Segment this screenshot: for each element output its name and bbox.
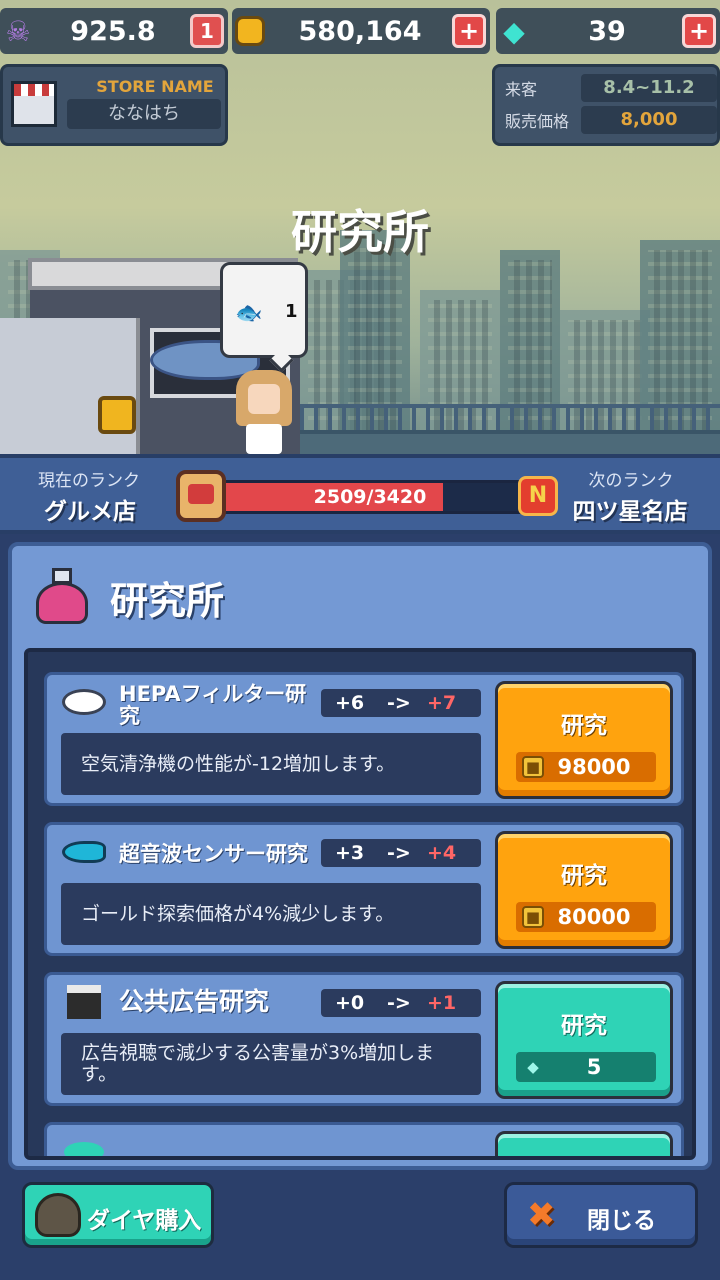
research-description: 空気清浄機の性能が-12増加します。 bbox=[61, 733, 481, 795]
research-panel: 研究所 HEPAフィルター研究 +6 -> +7 空気清浄機の性能が-12増加し… bbox=[8, 542, 712, 1170]
research-description: ゴールド探索価格が4%減少します。 bbox=[61, 883, 481, 945]
flask-icon bbox=[34, 568, 90, 626]
store-name-label: STORE NAME bbox=[96, 77, 214, 96]
store-name-value: ななはち bbox=[67, 99, 221, 129]
research-cost: ◆ 5 bbox=[516, 1052, 656, 1082]
diamond-icon: ◆ bbox=[503, 14, 525, 48]
close-label: 閉じる bbox=[587, 1208, 656, 1234]
research-name: HEPAフィルター研究 bbox=[119, 682, 307, 728]
current-rank-value: グルメ店 bbox=[44, 499, 136, 525]
research-item-partial bbox=[44, 1122, 684, 1156]
close-icon: ✖ bbox=[527, 1195, 556, 1235]
sonar-fish-icon bbox=[59, 835, 109, 869]
rank-bar: 現在のランク グルメ店 2509/3420 N 次のランク 四ツ星名店 bbox=[0, 454, 720, 534]
pollution-value: 925.8 bbox=[70, 15, 156, 47]
fish-stock-bubble[interactable]: 🐟 1 bbox=[220, 262, 308, 358]
research-name: 超音波センサー研究 bbox=[119, 842, 308, 866]
diamond-icon: ◆ bbox=[527, 1058, 539, 1076]
resource-bar: ☠ 925.8 1 580,164 + ◆ 39 + bbox=[0, 0, 720, 64]
diamond-value: 39 bbox=[588, 15, 626, 47]
visitors-value: 8.4~11.2 bbox=[581, 74, 717, 102]
research-level: +6 -> +7 bbox=[321, 689, 481, 717]
research-button[interactable] bbox=[495, 1131, 673, 1156]
research-cost: ■ 98000 bbox=[516, 752, 656, 782]
store-info-box[interactable]: STORE NAME ななはち bbox=[0, 64, 228, 146]
diamond-bag-icon bbox=[35, 1193, 81, 1237]
research-level: +3 -> +4 bbox=[321, 839, 481, 867]
visitors-row: 来客 8.4~11.2 bbox=[505, 73, 717, 103]
fish-icon: 🐟 bbox=[235, 301, 263, 326]
research-name: 公共広告研究 bbox=[119, 987, 270, 1016]
research-item: HEPAフィルター研究 +6 -> +7 空気清浄機の性能が-12増加します。 … bbox=[44, 672, 684, 806]
popularity-heart-icon bbox=[176, 470, 226, 522]
research-level: +0 -> +1 bbox=[321, 989, 481, 1017]
next-rank-label: 次のランク bbox=[588, 471, 674, 491]
gold-coin-icon bbox=[232, 13, 268, 49]
buy-diamond-button[interactable]: ダイヤ購入 bbox=[22, 1182, 214, 1248]
store-logo-icon bbox=[11, 81, 57, 127]
research-item: 超音波センサー研究 +3 -> +4 ゴールド探索価格が4%減少します。 研究 … bbox=[44, 822, 684, 956]
rank-progress-text: 2509/3420 bbox=[313, 486, 427, 508]
research-button[interactable]: 研究 ◆ 5 bbox=[495, 981, 673, 1099]
footer-bar: ダイヤ購入 ✖ 閉じる bbox=[0, 1170, 720, 1280]
store-stats-box: 来客 8.4~11.2 販売価格 8,000 bbox=[492, 64, 720, 146]
price-value: 8,000 bbox=[581, 106, 717, 134]
pollution-counter: ☠ 925.8 1 bbox=[0, 8, 228, 54]
clapperboard-icon bbox=[59, 985, 109, 1019]
current-rank-label: 現在のランク bbox=[38, 471, 140, 491]
skull-icon: ☠ bbox=[5, 14, 31, 48]
diamond-counter: ◆ 39 + bbox=[496, 8, 720, 54]
price-row: 販売価格 8,000 bbox=[505, 105, 717, 135]
shopkeeper-character[interactable] bbox=[236, 370, 292, 454]
close-button[interactable]: ✖ 閉じる bbox=[504, 1182, 698, 1248]
research-list[interactable]: HEPAフィルター研究 +6 -> +7 空気清浄機の性能が-12増加します。 … bbox=[24, 648, 696, 1160]
visitors-label: 来客 bbox=[505, 80, 538, 99]
add-gold-button[interactable]: + bbox=[452, 14, 486, 48]
research-description: 広告視聴で減少する公害量が3%増加します。 bbox=[61, 1033, 481, 1095]
pollution-level-badge[interactable]: 1 bbox=[190, 14, 224, 48]
gold-coin-icon: ■ bbox=[522, 906, 544, 928]
price-label: 販売価格 bbox=[505, 112, 570, 131]
panel-title: 研究所 bbox=[110, 579, 225, 623]
research-cost: ■ 80000 bbox=[516, 902, 656, 932]
gold-value: 580,164 bbox=[298, 15, 422, 47]
research-item: 公共広告研究 +0 -> +1 広告視聴で減少する公害量が3%増加します。 研究… bbox=[44, 972, 684, 1106]
gold-coin-icon: ■ bbox=[522, 756, 544, 778]
rank-progress-bar: 2509/3420 bbox=[210, 480, 530, 514]
gold-counter: 580,164 + bbox=[232, 8, 490, 54]
research-button[interactable]: 研究 ■ 80000 bbox=[495, 831, 673, 949]
buy-diamond-label: ダイヤ購入 bbox=[87, 1208, 202, 1234]
gold-coin-pickup-icon[interactable] bbox=[98, 396, 136, 434]
add-diamond-button[interactable]: + bbox=[682, 14, 716, 48]
fish-count: 1 bbox=[285, 301, 298, 322]
scene-title: 研究所 bbox=[291, 205, 429, 259]
research-button[interactable]: 研究 ■ 98000 bbox=[495, 681, 673, 799]
next-rank-value: 四ツ星名店 bbox=[572, 499, 688, 525]
research-icon bbox=[59, 1135, 109, 1156]
railing bbox=[300, 404, 720, 430]
air-purifier-icon bbox=[59, 685, 109, 719]
